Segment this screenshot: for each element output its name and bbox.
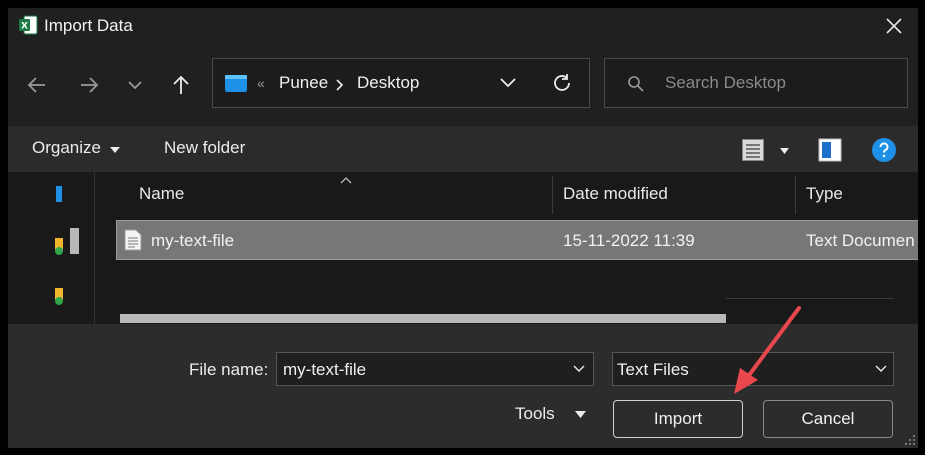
dialog-footer: File name: my-text-file Text Files Tools… xyxy=(8,324,918,448)
breadcrumb-overflow[interactable]: « xyxy=(257,75,265,91)
chevron-right-icon xyxy=(336,79,344,91)
cancel-button[interactable]: Cancel xyxy=(763,400,893,438)
navigation-pane[interactable] xyxy=(8,172,95,324)
file-name-label: File name: xyxy=(189,360,269,379)
synced-folder-icon xyxy=(55,238,63,255)
organize-dropdown-icon xyxy=(110,147,120,153)
horizontal-scrollbar-thumb[interactable] xyxy=(120,314,726,323)
file-type-value: Text Files xyxy=(617,360,689,379)
preview-pane-icon[interactable] xyxy=(818,138,842,162)
file-row[interactable]: my-text-file 15-11-2022 11:39 Text Docum… xyxy=(116,220,918,260)
search-icon xyxy=(628,76,644,92)
excel-icon: X xyxy=(19,15,38,35)
forward-button[interactable] xyxy=(76,72,102,98)
chevron-down-icon xyxy=(875,365,887,372)
file-type-select[interactable]: Text Files xyxy=(612,352,894,386)
sort-ascending-icon xyxy=(340,177,352,184)
quick-access-icon xyxy=(56,186,62,202)
synced-folder-icon xyxy=(55,288,63,305)
chevron-down-icon[interactable] xyxy=(573,365,585,373)
file-date-cell: 15-11-2022 11:39 xyxy=(563,231,695,250)
breadcrumb-punee[interactable]: Punee xyxy=(279,73,328,93)
column-separator[interactable] xyxy=(552,176,553,214)
arrow-up-icon xyxy=(173,75,189,94)
close-icon xyxy=(886,18,902,34)
navigation-bar: « Punee Desktop Search Desktop xyxy=(8,46,918,126)
command-bar: Organize New folder xyxy=(8,126,918,172)
column-name[interactable]: Name xyxy=(139,184,184,204)
file-list-area: Name Date modified Type my-text-file 15-… xyxy=(8,172,918,324)
up-button[interactable] xyxy=(168,72,194,98)
search-placeholder: Search Desktop xyxy=(665,73,786,92)
file-list-scrollbar-line xyxy=(726,298,894,299)
new-folder-button[interactable]: New folder xyxy=(164,138,245,158)
desktop-folder-icon xyxy=(225,75,247,92)
column-date-modified[interactable]: Date modified xyxy=(563,184,668,204)
tools-button[interactable]: Tools xyxy=(515,404,555,424)
resize-grip-icon[interactable] xyxy=(904,434,916,446)
address-bar[interactable]: « Punee Desktop xyxy=(212,58,590,108)
help-icon xyxy=(879,142,889,158)
file-name-input[interactable]: my-text-file xyxy=(276,352,594,386)
column-type[interactable]: Type xyxy=(806,184,843,204)
organize-button[interactable]: Organize xyxy=(32,138,101,158)
file-name-cell: my-text-file xyxy=(151,231,235,250)
import-data-dialog: X Import Data « Punee Desktop Search Des… xyxy=(8,8,918,448)
tools-dropdown-icon[interactable] xyxy=(575,411,586,418)
navigation-pane-scrollbar[interactable] xyxy=(70,228,79,254)
column-separator[interactable] xyxy=(795,176,796,214)
close-button[interactable] xyxy=(870,8,918,44)
breadcrumb-desktop[interactable]: Desktop xyxy=(357,73,419,93)
file-type-cell: Text Documen xyxy=(806,231,915,250)
refresh-icon[interactable] xyxy=(551,72,573,94)
recent-locations-button[interactable] xyxy=(122,72,148,98)
help-button[interactable] xyxy=(872,138,896,162)
window-title: Import Data xyxy=(44,16,133,35)
chevron-down-icon[interactable] xyxy=(499,76,517,90)
svg-text:X: X xyxy=(21,22,28,32)
column-header-row: Name Date modified Type xyxy=(112,176,918,214)
view-options-dropdown-icon[interactable] xyxy=(780,148,789,154)
back-button[interactable] xyxy=(24,72,50,98)
title-bar: X Import Data xyxy=(8,8,918,46)
view-list-icon[interactable] xyxy=(742,139,764,161)
text-document-icon xyxy=(124,229,142,251)
file-name-value: my-text-file xyxy=(283,360,367,379)
search-box[interactable]: Search Desktop xyxy=(604,58,908,108)
chevron-down-icon xyxy=(128,81,142,90)
import-button[interactable]: Import xyxy=(613,400,743,438)
arrow-right-icon xyxy=(81,77,99,93)
arrow-left-icon xyxy=(27,77,45,93)
